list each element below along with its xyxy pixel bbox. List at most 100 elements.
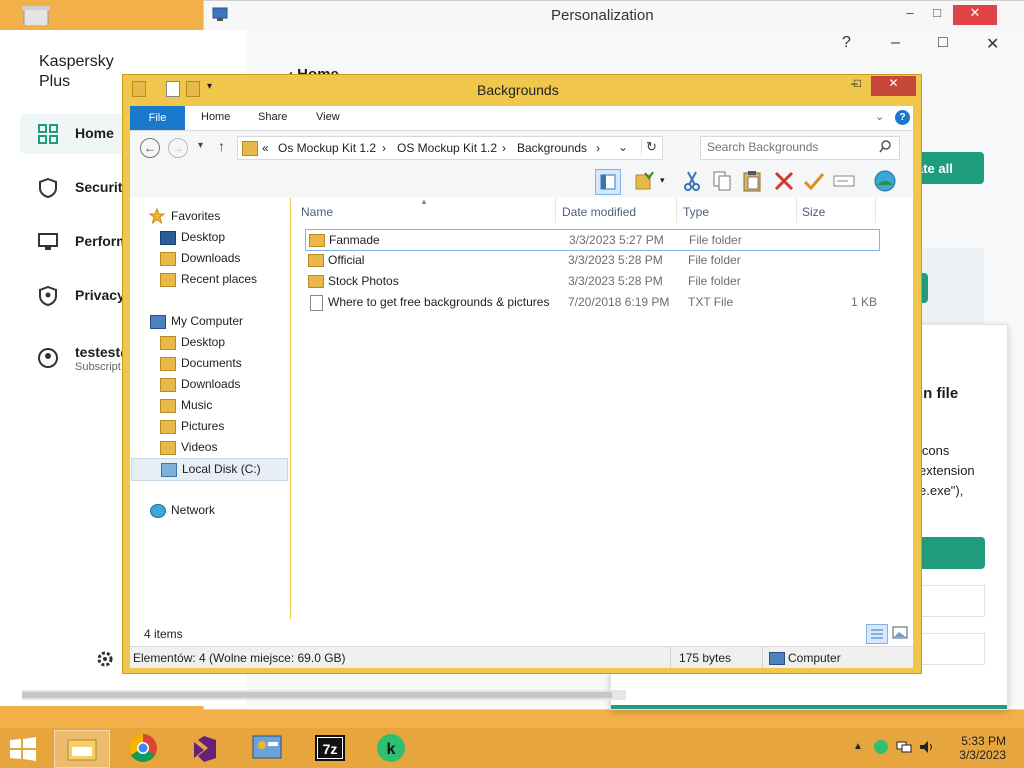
recycle-bin-icon[interactable] — [20, 4, 54, 26]
personalization-titlebar: Personalization – □ ✕ — [204, 1, 1024, 31]
column-type[interactable]: Type — [683, 205, 709, 219]
taskbar: 7z k ▲ 5:33 PM 3/3/2023 — [0, 728, 1024, 768]
select-checkmark-icon[interactable] — [802, 169, 826, 193]
refresh-icon[interactable]: ↻ — [641, 139, 657, 155]
start-button[interactable] — [8, 736, 38, 762]
nav-pc-documents[interactable]: Documents — [152, 353, 302, 374]
column-divider[interactable] — [555, 197, 556, 223]
view-options-dropdown-icon[interactable]: ▾ — [660, 175, 665, 186]
preview-pane-icon[interactable] — [595, 169, 621, 195]
file-explorer-icon[interactable] — [54, 730, 110, 768]
tab-view[interactable]: View — [316, 111, 340, 123]
visual-studio-icon[interactable] — [178, 730, 232, 766]
cut-icon[interactable] — [680, 169, 704, 193]
kaspersky-hscrollbar[interactable] — [22, 690, 626, 700]
control-panel-icon[interactable] — [240, 730, 294, 766]
kaspersky-minimize-button[interactable]: – — [891, 34, 900, 52]
settings-gear-icon[interactable] — [96, 650, 114, 668]
column-divider[interactable] — [676, 197, 677, 223]
paste-icon[interactable] — [740, 169, 764, 193]
nav-pc-music[interactable]: Music — [152, 395, 302, 416]
address-bar[interactable]: « Os Mockup Kit 1.2 › OS Mockup Kit 1.2 … — [237, 136, 663, 160]
7zip-icon[interactable]: 7z — [302, 730, 356, 766]
dialog-input-1[interactable] — [911, 585, 985, 617]
tray-volume-icon[interactable] — [919, 740, 935, 754]
chrome-icon[interactable] — [116, 730, 170, 766]
tab-share[interactable]: Share — [258, 111, 287, 123]
file-row-official[interactable]: Official 3/3/2023 5:28 PM File folder — [305, 250, 878, 270]
tab-file[interactable]: File — [130, 106, 185, 130]
file-row-fanmade[interactable]: Fanmade 3/3/2023 5:27 PM File folder — [305, 229, 880, 251]
videos-folder-icon — [160, 441, 176, 455]
nav-pc-local-disk[interactable]: Local Disk (C:) — [131, 458, 288, 481]
nav-pc-pictures[interactable]: Pictures — [152, 416, 302, 437]
nav-pc-desktop[interactable]: Desktop — [152, 332, 302, 353]
tray-kaspersky-icon[interactable] — [874, 740, 888, 754]
breadcrumb-separator[interactable]: › — [596, 141, 600, 155]
breadcrumb-separator[interactable]: › — [502, 141, 506, 155]
recent-places-icon — [160, 273, 176, 287]
quick-access-folder-icon[interactable] — [132, 81, 146, 97]
nav-fav-recent-places[interactable]: Recent places — [152, 269, 302, 290]
dialog-primary-button[interactable] — [911, 537, 985, 569]
search-input[interactable] — [707, 140, 867, 154]
file-date: 3/3/2023 5:28 PM — [568, 274, 663, 288]
delete-icon[interactable] — [772, 169, 796, 193]
explorer-close-button[interactable]: ✕ — [871, 76, 916, 96]
personalization-minimize-button[interactable]: – — [897, 5, 923, 25]
address-dropdown-icon[interactable]: ⌄ — [618, 140, 628, 154]
nav-network-label: Network — [171, 503, 216, 517]
file-row-txt[interactable]: Where to get free backgrounds & pictures… — [305, 292, 878, 312]
kaspersky-help-button[interactable]: ? — [842, 34, 851, 52]
kaspersky-maximize-button[interactable]: □ — [938, 34, 948, 52]
rename-icon[interactable] — [832, 169, 856, 193]
file-row-stock-photos[interactable]: Stock Photos 3/3/2023 5:28 PM File folde… — [305, 271, 878, 291]
back-button[interactable]: ← — [140, 138, 160, 158]
details-view-icon[interactable] — [866, 624, 888, 644]
tab-home[interactable]: Home — [201, 111, 230, 123]
column-size[interactable]: Size — [802, 205, 825, 219]
kaspersky-close-button[interactable]: ✕ — [986, 34, 999, 54]
breadcrumb-backgrounds[interactable]: Backgrounds — [517, 141, 587, 155]
status-size: 175 bytes — [679, 651, 732, 665]
column-date-modified[interactable]: Date modified — [562, 205, 636, 219]
search-box[interactable] — [700, 136, 900, 160]
personalization-close-button[interactable]: ✕ — [953, 5, 997, 25]
nav-favorites[interactable]: Favorites — [142, 206, 292, 227]
nav-my-computer[interactable]: My Computer — [142, 311, 292, 332]
quick-access-properties-icon[interactable] — [166, 81, 180, 97]
view-options-icon[interactable] — [633, 169, 657, 193]
quick-access-dropdown-icon[interactable]: ▾ — [207, 81, 212, 92]
column-name[interactable]: Name — [301, 205, 333, 219]
nav-pc-videos[interactable]: Videos — [152, 437, 302, 458]
breadcrumb-os-mockup-kit[interactable]: Os Mockup Kit 1.2 — [278, 141, 376, 155]
nav-fav-desktop[interactable]: Desktop — [152, 227, 302, 248]
column-divider[interactable] — [875, 197, 876, 223]
nav-network[interactable]: Network — [142, 500, 292, 521]
kaspersky-hscroll-thumb[interactable] — [22, 692, 612, 698]
nav-fav-downloads[interactable]: Downloads — [152, 248, 302, 269]
breadcrumb-separator[interactable]: › — [382, 141, 386, 155]
breadcrumb-overflow[interactable]: « — [262, 141, 269, 155]
tray-overflow-icon[interactable]: ▲ — [853, 741, 863, 752]
large-icons-view-icon[interactable] — [891, 624, 909, 642]
up-button[interactable]: ↑ — [218, 138, 225, 154]
explorer-maximize-button[interactable]: □ — [844, 76, 871, 96]
quick-access-new-folder-icon[interactable] — [186, 81, 200, 97]
folder-icon — [308, 275, 324, 288]
breadcrumb-os-mockup-kit-inner[interactable]: OS Mockup Kit 1.2 — [397, 141, 497, 155]
kaspersky-icon[interactable]: k — [364, 730, 418, 766]
help-icon[interactable]: ? — [895, 110, 910, 125]
forward-button[interactable]: → — [168, 138, 188, 158]
nav-pc-downloads[interactable]: Downloads — [152, 374, 302, 395]
personalization-maximize-button[interactable]: □ — [924, 5, 950, 25]
ribbon-expand-icon[interactable]: ⌄ — [875, 110, 884, 123]
dialog-input-2[interactable] — [911, 633, 985, 665]
network-globe-icon[interactable] — [873, 169, 897, 193]
recent-locations-icon[interactable]: ▾ — [198, 140, 203, 151]
tray-network-icon[interactable] — [896, 740, 912, 754]
navigation-pane: Favorites Desktop Downloads Recent place… — [130, 197, 290, 619]
column-divider[interactable] — [796, 197, 797, 223]
taskbar-clock[interactable]: 5:33 PM 3/3/2023 — [950, 734, 1006, 762]
copy-icon[interactable] — [710, 169, 734, 193]
